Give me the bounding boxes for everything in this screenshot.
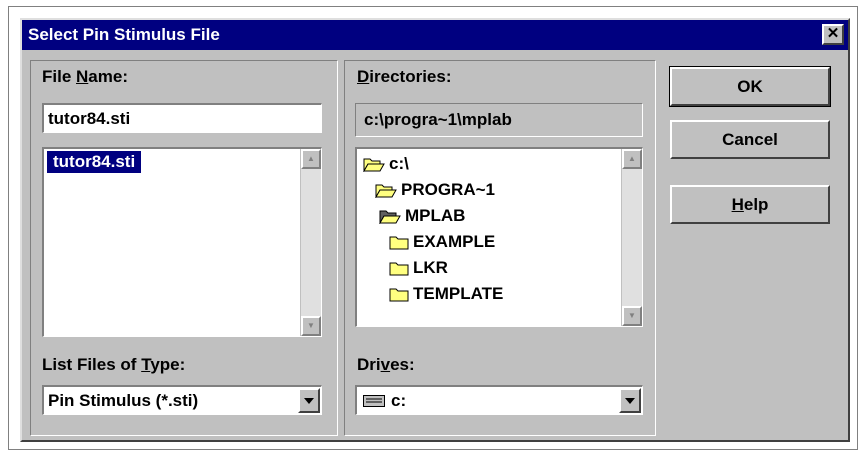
drives-value: c: — [391, 391, 407, 410]
file-type-value: Pin Stimulus (*.sti) — [48, 391, 199, 410]
close-button[interactable]: ✕ — [822, 24, 844, 45]
select-pin-stimulus-dialog: Select Pin Stimulus File ✕ File Name: tu… — [20, 18, 850, 442]
directory-item[interactable]: TEMPLATE — [389, 281, 503, 307]
folder-closed-icon — [389, 286, 413, 302]
window-title: Select Pin Stimulus File — [28, 25, 220, 44]
scroll-down-arrow-icon[interactable]: ▼ — [622, 306, 642, 326]
file-list[interactable]: tutor84.sti ▲ ▼ — [42, 147, 322, 337]
current-path-display: c:\progra~1\mplab — [355, 103, 643, 137]
directory-tree[interactable]: c:\ PROGRA~1 MPLAB EXAMPLE LKR TEMPLATE ▲ ▼ — [355, 147, 643, 327]
folder-closed-icon — [389, 234, 413, 250]
directory-item[interactable]: EXAMPLE — [389, 229, 495, 255]
chevron-down-icon — [625, 397, 635, 404]
file-list-scrollbar[interactable]: ▲ ▼ — [300, 149, 321, 336]
directory-item-label: MPLAB — [405, 206, 466, 225]
close-icon: ✕ — [826, 25, 840, 42]
directory-item-label: PROGRA~1 — [401, 180, 495, 199]
directory-item[interactable]: PROGRA~1 — [375, 177, 495, 203]
directory-item-label: c:\ — [389, 154, 409, 173]
directory-item-label: TEMPLATE — [413, 284, 504, 303]
help-button-label: Help — [731, 195, 769, 214]
ok-button[interactable]: OK — [669, 66, 831, 107]
directories-label: Directories: — [357, 67, 452, 86]
file-list-item[interactable]: tutor84.sti — [47, 151, 142, 173]
folder-closed-icon — [389, 260, 413, 276]
directory-item-label: EXAMPLE — [413, 232, 496, 251]
scroll-down-arrow-icon[interactable]: ▼ — [301, 316, 321, 336]
directory-item[interactable]: MPLAB — [379, 203, 465, 229]
chevron-down-icon — [304, 397, 314, 404]
file-name-label: File Name: — [42, 67, 128, 86]
scroll-up-arrow-icon[interactable]: ▲ — [622, 149, 642, 169]
directory-scrollbar[interactable]: ▲ ▼ — [621, 149, 642, 326]
folder-open-icon — [363, 156, 389, 172]
file-type-dropdown-button[interactable] — [298, 388, 320, 413]
current-path-value: c:\progra~1\mplab — [364, 110, 512, 129]
folder-open-dark-icon — [379, 208, 405, 224]
help-button[interactable]: Help — [670, 185, 830, 224]
drive-icon — [363, 395, 385, 407]
file-name-value: tutor84.sti — [48, 109, 131, 128]
drives-dropdown-button[interactable] — [619, 388, 641, 413]
drives-label: Drives: — [357, 355, 415, 374]
directory-item-label: LKR — [413, 258, 448, 277]
drives-select[interactable]: c: — [355, 385, 643, 415]
cancel-button-label: Cancel — [722, 130, 778, 149]
title-bar: Select Pin Stimulus File ✕ — [22, 20, 848, 50]
directory-item[interactable]: LKR — [389, 255, 448, 281]
directory-item[interactable]: c:\ — [363, 151, 409, 177]
folder-open-icon — [375, 182, 401, 198]
scroll-up-arrow-icon[interactable]: ▲ — [301, 149, 321, 169]
directory-panel: Directories: c:\progra~1\mplab c:\ PROGRA… — [344, 60, 656, 436]
file-type-select[interactable]: Pin Stimulus (*.sti) — [42, 385, 322, 415]
file-name-input[interactable]: tutor84.sti — [42, 103, 322, 133]
cancel-button[interactable]: Cancel — [670, 120, 830, 159]
file-type-label: List Files of Type: — [42, 355, 186, 374]
file-panel: File Name: tutor84.sti tutor84.sti ▲ ▼ L… — [30, 60, 338, 436]
ok-button-label: OK — [737, 77, 763, 96]
